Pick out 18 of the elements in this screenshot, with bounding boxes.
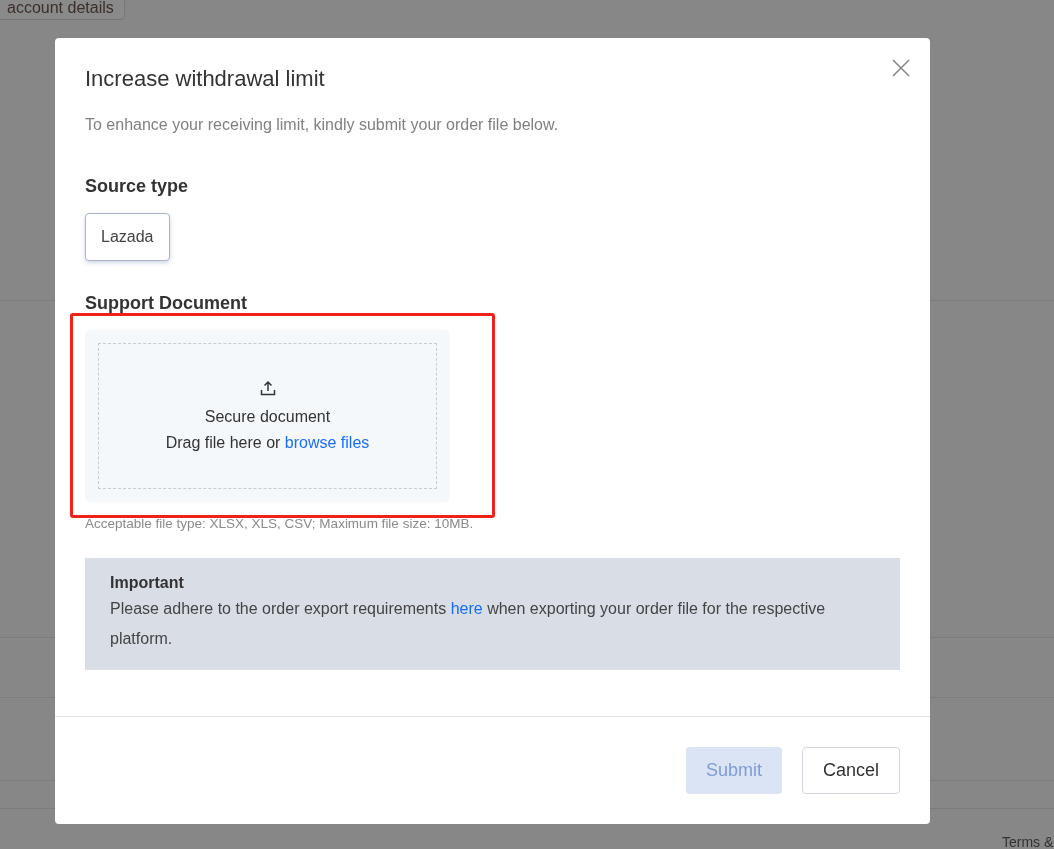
source-type-label: Source type <box>85 176 190 197</box>
source-option[interactable]: Lazada <box>85 213 170 261</box>
browse-files-link[interactable]: browse files <box>284 434 370 451</box>
upload-icon <box>259 380 276 396</box>
account-details-button[interactable]: account details <box>0 0 125 20</box>
here-link[interactable]: here <box>450 600 483 617</box>
dialog-subtitle: To enhance your receiving limit, kindly submit your order file below. <box>85 116 560 134</box>
notice-text: Please adhere to the order export requirements here when exporting your order file for the respective platform. <box>110 599 827 649</box>
close-icon[interactable] <box>892 59 910 77</box>
drop-zone[interactable]: Secure document Drag file here or browse files <box>98 343 437 489</box>
file-type-hint: Acceptable file type: XLSX, XLS, CSV; Maximum file size: 10MB. <box>85 516 475 531</box>
notice-title: Important <box>110 574 185 592</box>
support-document-label: Support Document <box>85 293 248 314</box>
cancel-button[interactable]: Cancel <box>801 747 900 794</box>
dialog-title: Increase withdrawal limit <box>85 66 326 92</box>
upload-prompt: Drag file here or browse files <box>165 434 370 452</box>
upload-title: Secure document <box>204 408 331 426</box>
terms-link[interactable]: Terms & <box>1002 834 1054 849</box>
